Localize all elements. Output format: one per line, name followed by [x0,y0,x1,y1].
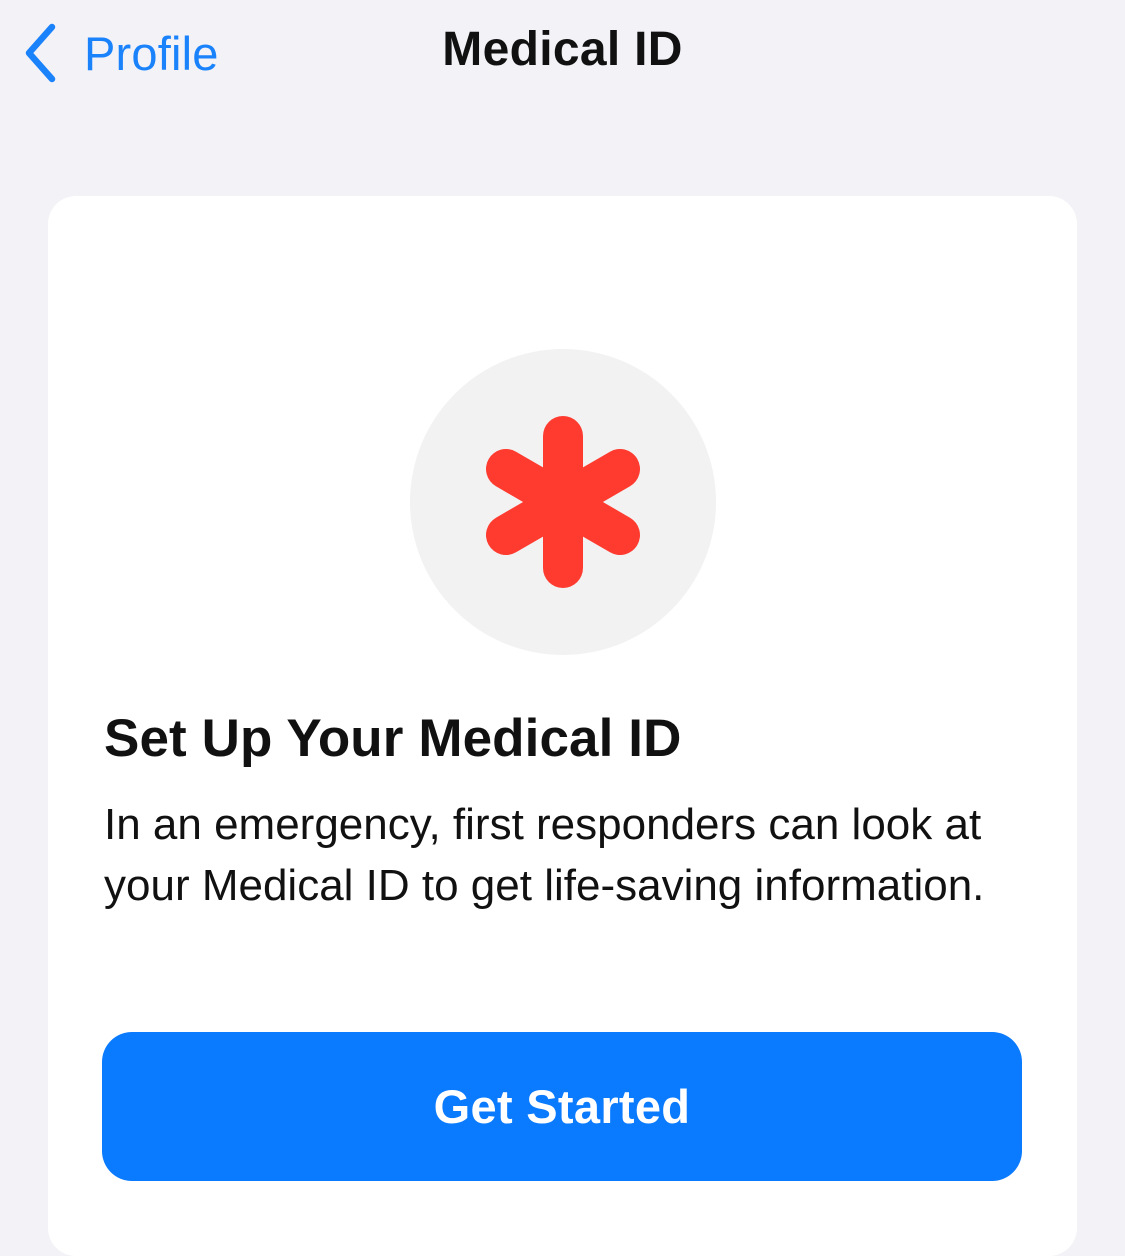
setup-description: In an emergency, first responders can lo… [104,800,985,910]
navigation-bar: Profile Medical ID [0,0,1125,110]
medical-id-setup-card: Set Up Your Medical ID In an emergency, … [48,196,1077,1256]
page-title: Medical ID [442,23,683,76]
setup-title: Set Up Your Medical ID [104,709,682,768]
icon-circle [410,349,716,655]
get-started-button[interactable]: Get Started [102,1032,1022,1181]
